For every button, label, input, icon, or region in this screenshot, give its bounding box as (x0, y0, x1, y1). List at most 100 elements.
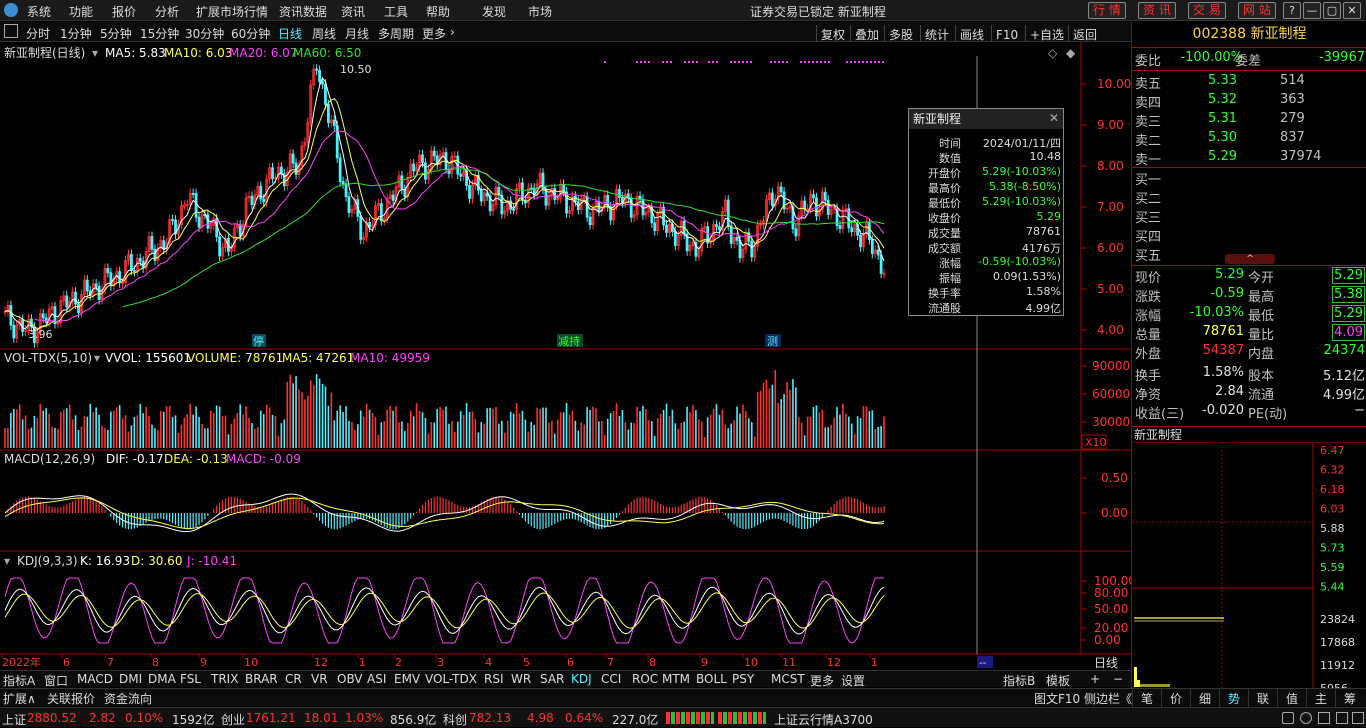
event-marker-reduce[interactable]: 减持 (558, 334, 580, 348)
candle-body (726, 199, 730, 227)
period-multi[interactable]: 多周期 (378, 25, 414, 42)
menu-system[interactable]: 系统 (27, 3, 51, 20)
indicator-tab[interactable]: MACD (77, 672, 113, 686)
sell-level-row[interactable]: 卖三 5.31 279 (1132, 111, 1366, 130)
indicator-tab[interactable]: SAR (540, 672, 564, 686)
period-daily[interactable]: 日线 (278, 25, 302, 42)
indicator-tab[interactable]: 指标A (3, 672, 35, 689)
menu-analysis[interactable]: 分析 (155, 3, 179, 20)
menu-news[interactable]: 资讯 (341, 3, 365, 20)
indicator-tab[interactable]: OBV (337, 672, 363, 686)
period-more[interactable]: 更多 (422, 25, 446, 42)
sell-level-row[interactable]: 卖一 5.29 37974 (1132, 149, 1366, 168)
indicator-tab[interactable]: EMV (394, 672, 420, 686)
chart-collapse-icon[interactable]: ▾ (92, 46, 98, 60)
buy-level-row[interactable]: 买四 (1132, 226, 1366, 245)
chevron-right-icon[interactable]: › (450, 25, 455, 39)
indicator-tab[interactable]: FSL (180, 672, 201, 686)
chart-settings-icon[interactable]: ◇ (1048, 46, 1058, 60)
period-timeshare[interactable]: 分时 (26, 25, 50, 42)
period-60min[interactable]: 60分钟 (231, 25, 270, 42)
menu-tools[interactable]: 工具 (384, 3, 408, 20)
event-marker-test[interactable]: 测 (767, 335, 778, 348)
kdj-collapse-icon[interactable]: ▾ (4, 554, 10, 568)
menu-function[interactable]: 功能 (69, 3, 93, 20)
layout-toggle-icon[interactable] (4, 24, 18, 38)
notification-icon[interactable] (1300, 712, 1312, 724)
indicator-tab[interactable]: DMI (119, 672, 142, 686)
period-30min[interactable]: 30分钟 (185, 25, 224, 42)
website-button[interactable]: 网 站 (1238, 2, 1276, 19)
indicator-tab[interactable]: 更多 (810, 672, 834, 689)
indicator-right-button[interactable]: 指标B (1003, 672, 1035, 689)
info-button[interactable]: 资 讯 (1138, 2, 1176, 19)
candle-body (344, 183, 348, 198)
indicator-tab[interactable]: BRAR (245, 672, 278, 686)
sell-level-row[interactable]: 卖二 5.30 837 (1132, 130, 1366, 149)
period-15min[interactable]: 15分钟 (140, 25, 179, 42)
lock-icon[interactable] (1282, 712, 1294, 724)
indicator-tab[interactable]: 窗口 (44, 672, 68, 689)
menu-extended-market[interactable]: 扩展市场行情 (196, 3, 268, 20)
menu-info-data[interactable]: 资讯数据 (279, 3, 327, 20)
indicator-tab[interactable]: TRIX (211, 672, 238, 686)
indicator-tab[interactable]: ASI (367, 672, 386, 686)
indicator-tab[interactable]: 设置 (841, 672, 865, 689)
indicator-right-button[interactable]: − (1113, 672, 1123, 686)
more-icon[interactable] (1352, 712, 1364, 724)
indicator-tab[interactable]: CR (285, 672, 302, 686)
period-5min[interactable]: 5分钟 (100, 25, 132, 42)
help-icon[interactable]: ? (1283, 2, 1301, 19)
candle-body (21, 319, 25, 332)
sell-level-row[interactable]: 卖五 5.33 514 (1132, 73, 1366, 92)
indicator-tab[interactable]: PSY (732, 672, 754, 686)
tab-extend[interactable]: 扩展∧ (3, 690, 36, 707)
buy-level-row[interactable]: 买一 (1132, 169, 1366, 188)
chart-expand-icon[interactable]: ◆ (1066, 46, 1076, 60)
fullscreen-icon[interactable] (1336, 712, 1348, 724)
menu-discover[interactable]: 发现 (482, 3, 506, 20)
sell-level-row[interactable]: 卖四 5.32 363 (1132, 92, 1366, 111)
mini-timeshare-chart[interactable]: 6.47 6.32 6.18 6.03 5.88 5.73 5.59 5.44 23824 178… (1132, 442, 1366, 688)
indicator-right-button[interactable]: 模板 (1046, 672, 1070, 689)
close-icon[interactable]: ✕ (1343, 2, 1361, 19)
indicator-tab[interactable]: KDJ (571, 672, 592, 686)
period-1min[interactable]: 1分钟 (60, 25, 92, 42)
sidebar-toggle[interactable]: 图文F10 侧边栏《 (1034, 690, 1132, 707)
indicator-tab[interactable]: ROC (632, 672, 658, 686)
settings-icon[interactable] (1318, 712, 1330, 724)
tab-related-quotes[interactable]: 关联报价 (47, 690, 95, 707)
indicator-tab[interactable]: WR (511, 672, 531, 686)
kdj-tick: 80.00 (1094, 586, 1128, 600)
indicator-tab[interactable]: MTM (662, 672, 690, 686)
menu-quote[interactable]: 报价 (112, 3, 136, 20)
close-icon[interactable]: ✕ (1049, 111, 1059, 125)
quote-button[interactable]: 行 情 (1088, 2, 1126, 19)
vol-collapse-icon[interactable]: ▾ (94, 351, 100, 365)
data-tooltip: 新亚制程 ✕ 时间 2024/01/11/四 数值 10.48 开盘价 5.29(-10.… (908, 108, 1064, 316)
indicator-tab[interactable]: BOLL (696, 672, 727, 686)
buy-level-row[interactable]: 买二 (1132, 188, 1366, 207)
indicator-tab[interactable]: RSI (484, 672, 504, 686)
indicator-tab[interactable]: VR (311, 672, 328, 686)
indicator-tab[interactable]: DMA (148, 672, 176, 686)
indicator-right-button[interactable]: + (1090, 672, 1100, 686)
candle-body (665, 224, 668, 233)
indicator-tab[interactable]: VOL-TDX (425, 672, 477, 686)
restore-icon[interactable]: ▢ (1323, 2, 1341, 19)
trade-button[interactable]: 交 易 (1188, 2, 1226, 19)
indicator-tab[interactable]: MCST (771, 672, 805, 686)
buy-level-row[interactable]: 买三 (1132, 207, 1366, 226)
tab-fund-flow[interactable]: 资金流向 (104, 690, 152, 707)
menu-help[interactable]: 帮助 (426, 3, 450, 20)
indicator-tab[interactable]: CCI (601, 672, 621, 686)
period-monthly[interactable]: 月线 (345, 25, 369, 42)
app-logo-icon[interactable] (4, 3, 18, 17)
menu-market[interactable]: 市场 (528, 3, 552, 20)
expand-orderbook-icon[interactable]: ^ (1225, 254, 1275, 264)
period-weekly[interactable]: 周线 (312, 25, 336, 42)
event-marker-suspend[interactable]: 停 (253, 334, 264, 348)
server-label[interactable]: 上证云行情A3700 (774, 711, 873, 728)
minimize-icon[interactable]: — (1303, 2, 1321, 19)
ma5-label: MA5: 5.83 (105, 46, 166, 60)
